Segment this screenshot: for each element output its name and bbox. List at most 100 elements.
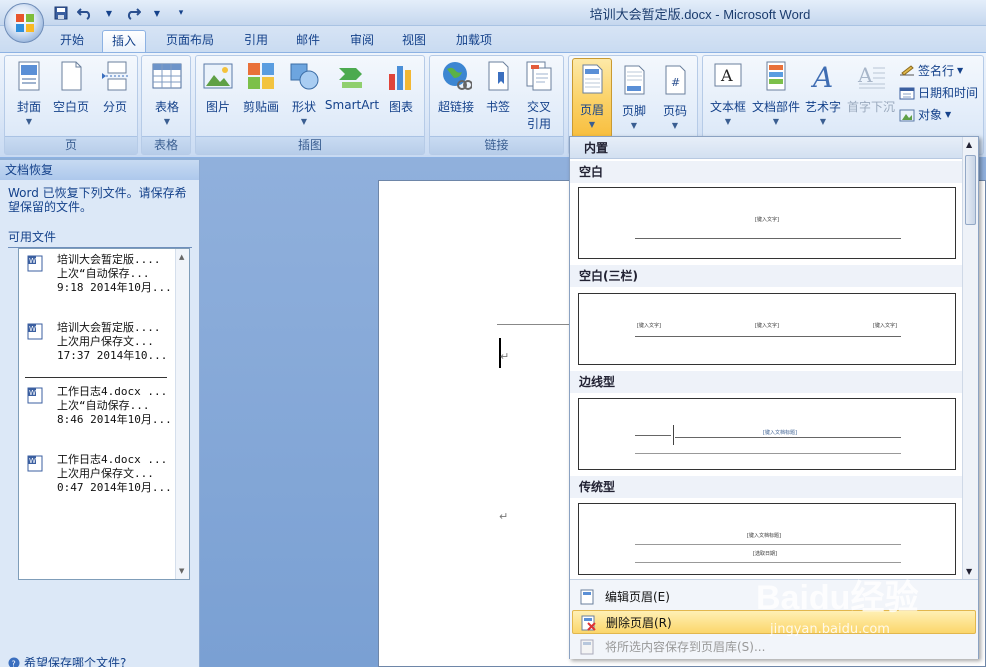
clip-art-label: 剪贴画 — [242, 100, 279, 114]
ribbon-group-pages: 封面 ▼ 空白页 分页 页 — [4, 55, 138, 155]
file-time: 9:18 2014年10月... — [57, 281, 172, 294]
save-icon[interactable] — [50, 4, 72, 22]
list-item[interactable]: W 工作日志4.docx ... 上次用户保存文... 0:47 2014年10… — [27, 453, 175, 495]
page-number-label: 页码 — [662, 104, 687, 118]
tab-page-layout[interactable]: 页面布局 — [160, 30, 220, 52]
file-status: 上次“自动保存... — [57, 267, 150, 280]
footer-label: 页脚 — [621, 104, 646, 118]
title-bar: ▼ ▼ ▾ 培训大会暂定版.docx - Microsoft Word — [0, 0, 986, 26]
smartart-icon — [336, 60, 368, 92]
recovery-message: Word 已恢复下列文件。请保存希望保留的文件。 — [8, 186, 187, 214]
header-style-sideline[interactable]: [键入文档标题] — [578, 398, 956, 470]
clip-art-icon — [245, 60, 277, 92]
edit-header-icon — [580, 589, 594, 605]
list-scrollbar[interactable]: ▲ ▼ — [175, 249, 189, 579]
gallery-category-label: 空白 — [570, 161, 962, 183]
recovery-pane-title: 文档恢复 — [0, 160, 199, 180]
save-to-header-gallery-menu-item[interactable]: 将所选内容保存到页眉库(S)... — [572, 635, 976, 659]
wordart-button[interactable]: A 艺术字 ▼ — [803, 60, 843, 126]
ribbon-group-label: 表格 — [142, 136, 190, 154]
office-button[interactable] — [4, 3, 44, 43]
chart-button[interactable]: 图表 — [382, 60, 420, 115]
hyperlink-button[interactable]: 超链接 — [434, 60, 478, 115]
tab-home[interactable]: 开始 — [50, 30, 94, 52]
placeholder-text: [键入文字] — [873, 323, 897, 329]
tab-review[interactable]: 审阅 — [340, 30, 384, 52]
placeholder-text: [选取日期] — [753, 551, 777, 557]
tab-addins[interactable]: 加载项 — [446, 30, 502, 52]
chevron-down-icon[interactable]: ▼ — [98, 4, 120, 22]
header-rule — [675, 437, 901, 438]
ribbon-group-label: 链接 — [430, 136, 563, 154]
blank-page-button[interactable]: 空白页 — [51, 60, 91, 115]
tab-view[interactable]: 视图 — [392, 30, 436, 52]
placeholder-text: [键入文档标题] — [747, 533, 781, 539]
paragraph-mark: ↵ — [500, 350, 510, 363]
header-style-blank[interactable]: [键入文字] — [578, 187, 956, 259]
page-break-button[interactable]: 分页 — [95, 60, 135, 115]
placeholder-text: [键入文字] — [755, 323, 779, 329]
clip-art-button[interactable]: 剪贴画 — [240, 60, 282, 115]
svg-text:A: A — [857, 63, 873, 87]
date-time-button[interactable]: 日期和时间 — [899, 84, 978, 101]
svg-text:W: W — [29, 457, 36, 465]
svg-text:W: W — [29, 389, 36, 397]
cross-reference-label-2: 引用 — [526, 117, 551, 131]
picture-button[interactable]: 图片 — [200, 60, 236, 115]
chevron-down-icon: ▼ — [819, 117, 827, 126]
scroll-down-icon[interactable]: ▼ — [966, 567, 972, 576]
cover-page-label: 封面 — [16, 100, 41, 114]
tab-references[interactable]: 引用 — [234, 30, 278, 52]
scroll-up-icon[interactable]: ▲ — [966, 140, 972, 149]
signature-line-button[interactable]: 签名行 ▼ — [899, 62, 963, 79]
text-box-button[interactable]: A 文本框 ▼ — [707, 60, 749, 126]
drop-cap-icon: A — [855, 60, 887, 92]
chevron-down-icon[interactable]: ▼ — [146, 4, 168, 22]
gallery-scrollbar[interactable]: ▲ ▼ — [962, 137, 978, 579]
list-separator — [25, 377, 167, 378]
page-number-icon: # — [659, 64, 691, 96]
tab-insert[interactable]: 插入 — [102, 30, 146, 52]
list-item[interactable]: W 培训大会暂定版.... 上次用户保存文... 17:37 2014年10..… — [27, 321, 175, 363]
undo-icon[interactable] — [74, 4, 96, 22]
cover-page-button[interactable]: 封面 ▼ — [9, 60, 49, 126]
header-style-traditional[interactable]: [键入文档标题] [选取日期] — [578, 503, 956, 575]
page-number-button[interactable]: # 页码 ▼ — [655, 60, 695, 130]
word-document-icon: W — [27, 255, 43, 272]
header-button[interactable]: 页眉 ▼ — [572, 58, 612, 138]
list-item[interactable]: W 工作日志4.docx ... 上次“自动保存... 8:46 2014年10… — [27, 385, 175, 427]
chevron-down-icon: ▼ — [25, 117, 33, 126]
tab-mailings[interactable]: 邮件 — [286, 30, 330, 52]
header-rule — [635, 238, 901, 239]
text-box-label: 文本框 — [709, 100, 746, 114]
table-button[interactable]: 表格 ▼ — [146, 60, 188, 126]
smartart-button[interactable]: SmartArt — [324, 60, 380, 112]
quick-parts-button[interactable]: 文档部件 ▼ — [751, 60, 801, 126]
recovery-help-link[interactable]: ? 希望保存哪个文件? — [8, 654, 126, 667]
file-time: 0:47 2014年10月... — [57, 481, 172, 494]
header-style-blank-three-column[interactable]: [键入文字] [键入文字] [键入文字] — [578, 293, 956, 365]
recovered-files-list: W 培训大会暂定版.... 上次“自动保存... 9:18 2014年10月..… — [18, 248, 190, 580]
paragraph-mark: ↵ — [499, 510, 509, 523]
ribbon-tab-bar: 开始 插入 页面布局 引用 邮件 审阅 视图 加载项 — [0, 26, 986, 52]
object-button[interactable]: 对象 ▼ — [899, 106, 951, 123]
customize-qat-icon[interactable]: ▾ — [170, 4, 192, 22]
list-item[interactable]: W 培训大会暂定版.... 上次“自动保存... 9:18 2014年10月..… — [27, 253, 175, 295]
footer-icon — [618, 64, 650, 96]
scrollbar-thumb[interactable] — [965, 155, 976, 225]
redo-icon[interactable] — [122, 4, 144, 22]
scroll-down-icon[interactable]: ▼ — [179, 567, 184, 575]
svg-text:A: A — [810, 61, 833, 92]
header-label: 页眉 — [579, 103, 604, 117]
gallery-section-header: 内置 — [570, 137, 962, 159]
drop-cap-button[interactable]: A 首字下沉 — [845, 60, 897, 115]
scroll-up-icon[interactable]: ▲ — [179, 253, 184, 261]
file-status: 上次“自动保存... — [57, 399, 150, 412]
chevron-down-icon: ▼ — [588, 120, 596, 129]
cross-reference-button[interactable]: 交叉 引用 — [518, 60, 560, 132]
bookmark-button[interactable]: 书签 — [480, 60, 516, 115]
footer-button[interactable]: 页脚 ▼ — [615, 60, 653, 130]
shapes-button[interactable]: 形状 ▼ — [286, 60, 322, 126]
table-icon — [151, 60, 183, 92]
svg-text:A: A — [720, 66, 733, 85]
